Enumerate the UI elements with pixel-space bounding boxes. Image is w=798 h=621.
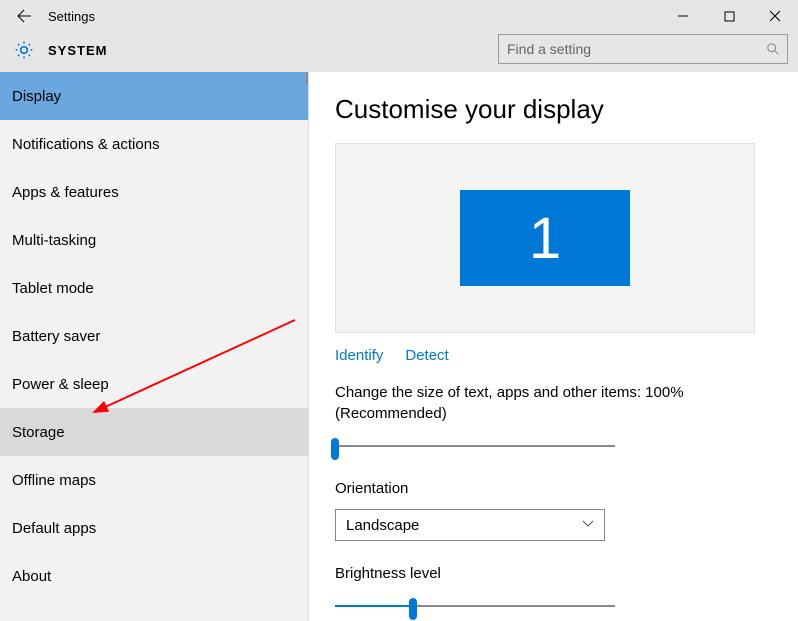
sidebar-item-label: Display bbox=[12, 88, 61, 105]
sidebar-item-offline-maps[interactable]: Offline maps bbox=[0, 456, 308, 504]
minimize-icon bbox=[677, 10, 689, 22]
sidebar[interactable]: Display Notifications & actions Apps & fea… bbox=[0, 72, 309, 621]
sidebar-item-label: Storage bbox=[12, 424, 65, 441]
section-title: SYSTEM bbox=[48, 43, 107, 58]
display-links: Identify Detect bbox=[335, 347, 772, 364]
scale-label: Change the size of text, apps and other … bbox=[335, 382, 772, 424]
sidebar-item-label: Power & sleep bbox=[12, 376, 109, 393]
search-input[interactable] bbox=[498, 34, 788, 64]
sidebar-item-multi-tasking[interactable]: Multi-tasking bbox=[0, 216, 308, 264]
back-button[interactable] bbox=[0, 0, 48, 32]
detect-link[interactable]: Detect bbox=[405, 347, 448, 364]
chevron-down-icon bbox=[582, 519, 594, 531]
slider-thumb[interactable] bbox=[331, 438, 339, 460]
settings-window: Settings SYSTEM Di bbox=[0, 0, 798, 621]
monitor-1[interactable]: 1 bbox=[460, 190, 630, 286]
sidebar-item-label: Tablet mode bbox=[12, 280, 94, 297]
sidebar-item-default-apps[interactable]: Default apps bbox=[0, 504, 308, 552]
back-arrow-icon bbox=[16, 8, 32, 24]
sidebar-item-label: Notifications & actions bbox=[12, 136, 160, 153]
brightness-label: Brightness level bbox=[335, 563, 772, 584]
titlebar: Settings bbox=[0, 0, 798, 32]
header-row: SYSTEM bbox=[0, 32, 798, 72]
search-wrap bbox=[498, 34, 788, 64]
close-button[interactable] bbox=[752, 0, 798, 32]
sidebar-item-label: Apps & features bbox=[12, 184, 119, 201]
sidebar-item-label: About bbox=[12, 568, 51, 585]
sidebar-item-storage[interactable]: Storage bbox=[0, 408, 308, 456]
orientation-label: Orientation bbox=[335, 478, 772, 499]
window-controls bbox=[660, 0, 798, 32]
identify-link[interactable]: Identify bbox=[335, 347, 383, 364]
brightness-slider[interactable] bbox=[335, 594, 615, 618]
sidebar-item-label: Multi-tasking bbox=[12, 232, 96, 249]
sidebar-item-display[interactable]: Display bbox=[0, 72, 308, 120]
minimize-button[interactable] bbox=[660, 0, 706, 32]
maximize-icon bbox=[724, 11, 735, 22]
orientation-select[interactable]: Landscape bbox=[335, 509, 605, 541]
close-icon bbox=[769, 10, 781, 22]
scale-slider[interactable] bbox=[335, 434, 615, 458]
maximize-button[interactable] bbox=[706, 0, 752, 32]
content-pane: Customise your display 1 Identify Detect… bbox=[309, 72, 798, 621]
display-arrangement-box[interactable]: 1 bbox=[335, 143, 755, 333]
sidebar-item-about[interactable]: About bbox=[0, 552, 308, 600]
sidebar-item-label: Default apps bbox=[12, 520, 96, 537]
monitor-number: 1 bbox=[529, 205, 561, 272]
sidebar-item-tablet-mode[interactable]: Tablet mode bbox=[0, 264, 308, 312]
settings-gear-icon bbox=[0, 40, 48, 60]
sidebar-item-label: Battery saver bbox=[12, 328, 100, 345]
sidebar-item-apps-features[interactable]: Apps & features bbox=[0, 168, 308, 216]
orientation-value: Landscape bbox=[346, 517, 419, 534]
window-title: Settings bbox=[48, 9, 95, 24]
sidebar-item-notifications-actions[interactable]: Notifications & actions bbox=[0, 120, 308, 168]
sidebar-item-label: Offline maps bbox=[12, 472, 96, 489]
page-title: Customise your display bbox=[335, 94, 772, 125]
body: Display Notifications & actions Apps & fea… bbox=[0, 72, 798, 621]
slider-thumb[interactable] bbox=[409, 598, 417, 620]
sidebar-item-battery-saver[interactable]: Battery saver bbox=[0, 312, 308, 360]
sidebar-item-power-sleep[interactable]: Power & sleep bbox=[0, 360, 308, 408]
slider-fill bbox=[335, 605, 413, 607]
slider-track bbox=[335, 445, 615, 447]
scrollbar-hint bbox=[306, 72, 308, 84]
